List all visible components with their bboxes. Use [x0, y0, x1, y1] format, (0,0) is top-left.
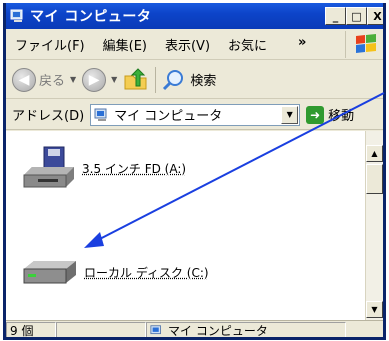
address-value: マイ コンピュータ — [114, 109, 223, 124]
toolbar-separator — [155, 66, 157, 93]
address-bar: アドレス(D) マイ コンピュータ ▼ ➜ 移動 — [6, 100, 383, 130]
my-computer-icon — [10, 9, 23, 22]
toolbar: ◀ 戻る ▼ ▶ ▼ 検索 — [6, 61, 383, 99]
status-item-count: 9 個 — [6, 322, 56, 337]
my-computer-icon — [150, 324, 161, 334]
window-buttons: _ □ X — [325, 7, 383, 25]
status-bar: 9 個 マイ コンピュータ — [6, 320, 383, 338]
vertical-scrollbar[interactable]: ▲ ▼ — [365, 131, 383, 320]
menu-bar: ファイル(F) 編集(E) 表示(V) お気に » — [6, 29, 383, 60]
address-dropdown-icon[interactable]: ▼ — [281, 105, 299, 124]
go-label: 移動 — [328, 109, 355, 124]
scroll-down-icon[interactable]: ▼ — [366, 301, 383, 318]
up-folder-button[interactable] — [123, 67, 149, 93]
forward-arrow-icon: ▶ — [82, 67, 107, 92]
list-item-local-disk[interactable]: ローカル ディスク (C:) — [20, 255, 209, 289]
menu-file[interactable]: ファイル(F) — [6, 35, 94, 54]
status-spacer — [56, 322, 146, 337]
search-button[interactable]: 検索 — [162, 68, 216, 92]
address-label: アドレス(D) — [12, 109, 85, 124]
window-title: マイ コンピュータ — [30, 9, 152, 25]
status-location: マイ コンピュータ — [146, 322, 346, 338]
search-icon — [163, 69, 184, 90]
up-folder-icon — [124, 67, 147, 89]
local-disk-label: ローカル ディスク (C:) — [84, 265, 209, 280]
floppy-drive-icon — [23, 146, 74, 188]
file-view[interactable]: 3.5 インチ FD (A:) ローカル ディスク (C:) — [6, 131, 371, 320]
windows-flag-icon — [356, 34, 376, 53]
status-location-text: マイ コンピュータ — [168, 324, 268, 338]
scroll-up-icon[interactable]: ▲ — [366, 145, 383, 162]
scroll-thumb[interactable] — [366, 164, 383, 194]
my-computer-icon — [94, 108, 107, 121]
back-arrow-icon: ◀ — [12, 67, 36, 92]
back-label: 戻る — [39, 74, 66, 89]
go-arrow-icon: ➜ — [306, 105, 325, 124]
list-item-floppy[interactable]: 3.5 インチ FD (A:) — [20, 145, 186, 191]
go-button[interactable]: ➜ 移動 — [306, 105, 354, 124]
menu-overflow-chevron[interactable]: » — [298, 35, 306, 50]
title-bar[interactable]: マイ コンピュータ _ □ X — [6, 3, 383, 29]
windows-logo — [345, 31, 383, 58]
explorer-window: マイ コンピュータ _ □ X ファイル(F) 編集(E) 表示(V) お気に … — [3, 3, 386, 340]
forward-button[interactable]: ▶ ▼ — [82, 67, 117, 92]
close-button[interactable]: X — [367, 7, 383, 25]
menu-edit[interactable]: 編集(E) — [94, 35, 156, 54]
address-input[interactable]: マイ コンピュータ ▼ — [90, 103, 301, 126]
minimize-button[interactable]: _ — [325, 7, 346, 25]
maximize-button[interactable]: □ — [346, 7, 367, 25]
menu-view[interactable]: 表示(V) — [156, 35, 219, 54]
forward-dropdown-icon[interactable]: ▼ — [111, 75, 117, 84]
floppy-label: 3.5 インチ FD (A:) — [82, 161, 187, 176]
back-dropdown-icon[interactable]: ▼ — [70, 75, 76, 84]
hard-disk-icon — [23, 261, 76, 284]
menu-favorites[interactable]: お気に — [219, 35, 276, 54]
back-button[interactable]: ◀ 戻る ▼ — [12, 67, 76, 92]
search-label: 検索 — [190, 74, 217, 89]
